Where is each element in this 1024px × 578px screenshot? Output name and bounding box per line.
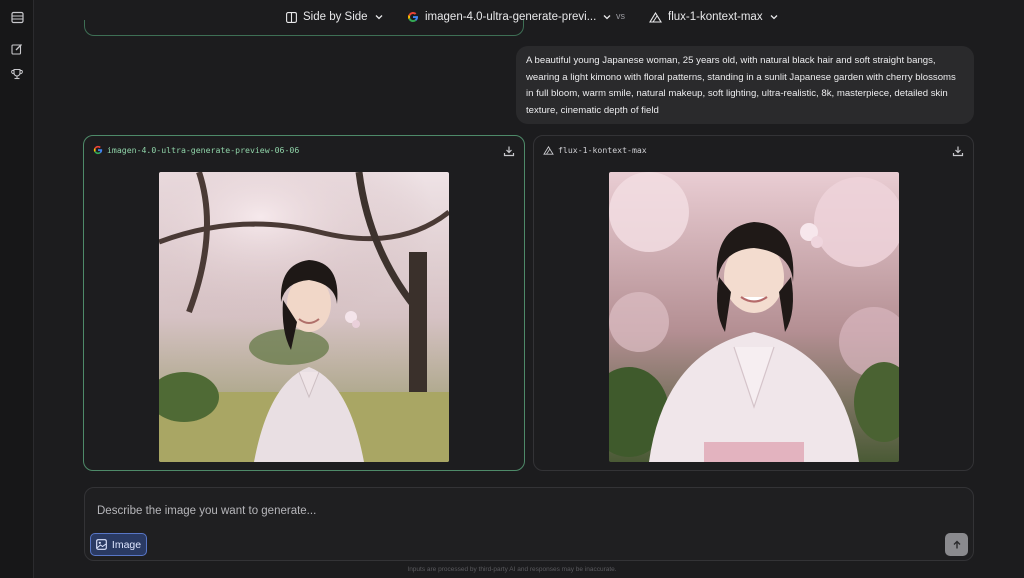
google-icon xyxy=(93,145,103,155)
chevron-down-icon xyxy=(770,15,778,20)
left-rail xyxy=(0,0,34,578)
model-b-selector[interactable]: flux-1-kontext-max xyxy=(649,9,779,25)
previous-response-card-edge xyxy=(84,20,524,36)
prompt-input[interactable] xyxy=(97,502,957,520)
card-a-header: imagen-4.0-ultra-generate-preview-06-06 xyxy=(84,136,524,164)
download-icon[interactable] xyxy=(503,144,515,157)
vs-label: vs xyxy=(616,11,625,21)
response-card-a[interactable]: imagen-4.0-ultra-generate-preview-06-06 xyxy=(83,135,525,471)
sidebar-toggle-icon[interactable] xyxy=(9,9,25,25)
card-b-model-name: flux-1-kontext-max xyxy=(558,145,647,155)
app-window: Side by Side imagen-4.0-ultra-generate-p… xyxy=(0,0,1024,578)
new-chat-icon[interactable] xyxy=(9,41,25,57)
user-prompt-bubble: A beautiful young Japanese woman, 25 yea… xyxy=(516,46,974,124)
model-b-label: flux-1-kontext-max xyxy=(668,11,763,23)
arrow-up-icon xyxy=(953,540,960,548)
leaderboard-trophy-icon[interactable] xyxy=(9,66,25,82)
chevron-down-icon xyxy=(603,15,611,20)
send-button[interactable] xyxy=(945,533,968,556)
response-card-b[interactable]: flux-1-kontext-max xyxy=(533,135,974,471)
flux-logo-icon xyxy=(543,145,554,155)
image-icon xyxy=(96,539,107,550)
prompt-composer: Image xyxy=(84,487,974,561)
download-icon[interactable] xyxy=(952,144,964,157)
image-upload-button[interactable]: Image xyxy=(90,533,147,556)
image-button-label: Image xyxy=(111,538,142,551)
generated-image-b[interactable] xyxy=(609,172,899,462)
disclaimer-text: Inputs are processed by third-party AI a… xyxy=(407,566,617,573)
generated-image-a[interactable] xyxy=(159,172,449,462)
card-a-model-name: imagen-4.0-ultra-generate-preview-06-06 xyxy=(107,145,300,155)
card-b-header: flux-1-kontext-max xyxy=(534,136,973,164)
flux-logo-icon xyxy=(649,11,662,23)
